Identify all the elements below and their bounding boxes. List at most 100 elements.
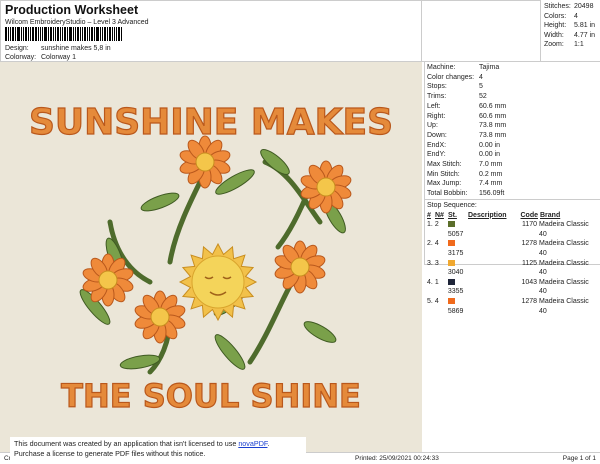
detail-value: 7.0 mm	[479, 161, 503, 169]
column-header: N#	[435, 211, 444, 219]
stat-value: 4	[574, 12, 578, 20]
stop-number: 5.	[427, 297, 433, 305]
description	[468, 220, 518, 239]
colorway-row: Colorway: Colorway 1	[5, 54, 76, 61]
thread-code: 1043	[521, 278, 538, 286]
detail-label: Up:	[427, 122, 438, 130]
stitch-cell: 3175	[447, 239, 468, 258]
detail-label: Right:	[427, 112, 446, 120]
needle-number: 3	[434, 259, 439, 267]
description	[468, 239, 518, 258]
stats-box: Stitches: 20498 Colors: 4 Height: 5.81 in Widt…	[540, 0, 600, 62]
detail-row: Max Jump: 7.4 mm	[427, 179, 598, 189]
printed-date: Printed: 25/09/2021 00:24:33	[355, 455, 439, 462]
detail-value: Tajima	[479, 64, 500, 71]
stitch-count: 5057	[447, 230, 464, 238]
stat-value: 4.77 in	[574, 31, 596, 39]
sequence-row: 5. 4 5869 1278 Madeira Classic 40	[427, 297, 598, 316]
stop-sequence-title: Stop Sequence:	[427, 202, 477, 209]
color-swatch	[447, 240, 455, 247]
detail-row: EndX: 0.00 in	[427, 141, 598, 151]
column-header: Description	[468, 211, 507, 219]
sequence-row: 1. 2 5057 1170 Madeira Classic 40	[427, 220, 598, 239]
novapdf-link[interactable]: novaPDF	[238, 439, 267, 448]
column-header: Brand	[540, 211, 561, 219]
design-top-text: SUNSHINE MAKES	[29, 102, 393, 143]
license-notice: This document was created by an applicat…	[10, 437, 306, 464]
detail-row: Down: 73.8 mm	[427, 131, 598, 141]
sequence-header: # N# St. Description Code Brand	[427, 211, 598, 221]
detail-row: Color changes: 4	[427, 73, 598, 83]
needle-number: 4	[434, 240, 439, 248]
detail-label: Total Bobbin:	[427, 190, 468, 198]
stat-value: 5.81 in	[574, 22, 596, 29]
sequence-row: 3. 3 3040 1125 Madeira Classic 40	[427, 259, 598, 278]
color-swatch	[447, 259, 455, 266]
embroidery-design: SUNSHINE MAKES THE SOUL SHINE	[28, 101, 393, 415]
description	[468, 297, 518, 316]
stat-row: Width: 4.77 in	[544, 31, 597, 41]
detail-row: Min Stitch: 0.2 mm	[427, 170, 598, 180]
stop-number: 4.	[427, 278, 433, 286]
stitch-count: 5869	[447, 307, 464, 315]
flower	[134, 290, 186, 344]
design-row: Design: sunshine makes 5,8 in	[5, 45, 111, 52]
detail-label: Max Jump:	[427, 180, 462, 188]
detail-row: Max Stitch: 7.0 mm	[427, 160, 598, 170]
thread-brand: Madeira Classic 40	[539, 221, 589, 238]
detail-value: 73.8 mm	[479, 131, 507, 139]
detail-label: EndY:	[427, 151, 446, 159]
detail-value: 73.8 mm	[479, 122, 507, 130]
stop-number: 1.	[427, 221, 433, 229]
detail-value: 156.09ft	[479, 190, 505, 198]
detail-value: 0.2 mm	[479, 170, 503, 178]
stat-value: 1:1	[574, 41, 584, 48]
description	[468, 259, 518, 278]
sun	[178, 242, 258, 322]
stitch-count: 3175	[447, 249, 464, 257]
detail-row: Machine: Tajima	[427, 63, 598, 73]
detail-value: 52	[479, 93, 487, 101]
column-header: St.	[448, 211, 457, 219]
detail-label: Stops:	[427, 83, 447, 91]
detail-value: 7.4 mm	[479, 180, 503, 188]
detail-row: Trims: 52	[427, 92, 598, 102]
stitch-cell: 5869	[447, 297, 468, 316]
detail-label: Left:	[427, 102, 441, 110]
column-header: Code	[520, 211, 539, 219]
page-number: Page 1 of 1	[562, 455, 596, 462]
colorway-label: Colorway:	[5, 54, 37, 61]
machine-details: Machine: Tajima Color changes: 4 Stops: 5 Trim…	[424, 62, 600, 200]
notice-period: .	[267, 439, 270, 448]
thread-code: 1170	[521, 221, 538, 229]
stat-row: Zoom: 1:1	[544, 40, 597, 50]
thread-brand: Madeira Classic 40	[539, 278, 589, 296]
sequence-row: 4. 1 3355 1043 Madeira Classic 40	[427, 278, 598, 297]
detail-label: EndX:	[427, 141, 447, 149]
detail-row: Stops: 5	[427, 82, 598, 92]
thread-brand: Madeira Classic 40	[539, 259, 589, 277]
thread-code: 1278	[521, 240, 538, 248]
stat-row: Stitches: 20498	[544, 2, 597, 12]
stitch-cell: 5057	[447, 220, 468, 239]
thread-brand: Madeira Classic 40	[539, 240, 589, 257]
barcode	[5, 27, 173, 41]
detail-label: Max Stitch:	[427, 161, 462, 169]
stitch-cell: 3040	[447, 259, 468, 278]
sequence-row: 2. 4 3175 1278 Madeira Classic 40	[427, 239, 598, 258]
detail-value: 5	[479, 83, 483, 91]
needle-number: 4	[434, 297, 439, 305]
detail-row: Right: 60.6 mm	[427, 112, 598, 122]
stat-label: Zoom:	[544, 41, 564, 48]
stat-value: 20498	[574, 3, 594, 10]
stop-number: 2.	[427, 240, 433, 248]
stop-number: 3.	[427, 259, 433, 267]
detail-label: Color changes:	[427, 73, 475, 81]
detail-row: Up: 73.8 mm	[427, 121, 598, 131]
detail-value: 4	[479, 73, 483, 81]
color-swatch	[447, 297, 455, 304]
detail-row: Total Bobbin: 156.09ft	[427, 189, 598, 199]
flower	[274, 240, 326, 294]
header-spacer	[422, 0, 540, 62]
stat-row: Height: 5.81 in	[544, 21, 597, 31]
